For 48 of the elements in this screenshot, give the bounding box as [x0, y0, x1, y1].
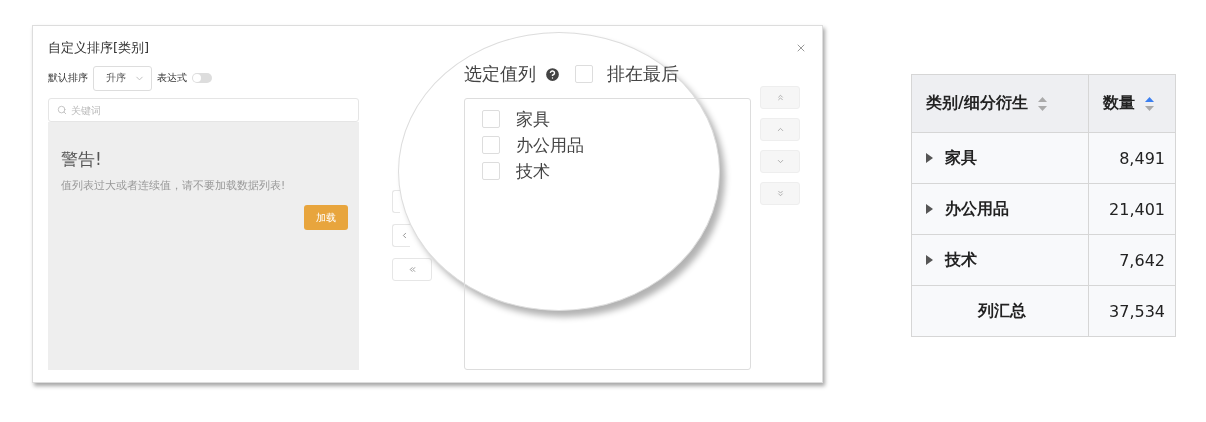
search-icon	[57, 105, 67, 115]
item-checkbox[interactable]	[482, 110, 500, 128]
move-down-button[interactable]	[760, 150, 800, 173]
list-title: 选定值列	[464, 62, 536, 86]
transfer-button[interactable]	[392, 190, 400, 213]
table-cell: 7,642	[1088, 234, 1176, 286]
sort-select[interactable]: 升序	[93, 65, 152, 91]
table-cell: 21,401	[1088, 183, 1176, 235]
close-icon	[795, 42, 807, 54]
table-cell: 8,491	[1088, 132, 1176, 184]
item-checkbox[interactable]	[482, 162, 500, 180]
place-last-checkbox[interactable]	[575, 65, 593, 83]
search-field[interactable]: 关键词	[48, 98, 359, 122]
item-label: 办公用品	[516, 135, 584, 155]
column-header[interactable]: 数量	[1088, 74, 1176, 133]
table-cell: 列汇总	[911, 285, 1089, 337]
table-cell: 技术	[911, 234, 1089, 286]
item-checkbox[interactable]	[482, 136, 500, 154]
expression-label: 表达式	[157, 71, 187, 85]
move-all-left-button[interactable]	[392, 258, 432, 281]
sort-label: 默认排序	[48, 71, 88, 85]
warning-message: 值列表过大或者连续值，请不要加载数据列表!	[61, 179, 287, 193]
table-cell: 37,534	[1088, 285, 1176, 337]
expand-icon[interactable]	[926, 153, 933, 163]
expand-icon[interactable]	[926, 255, 933, 265]
double-chevron-left-icon	[407, 265, 417, 274]
table-cell: 家具	[911, 132, 1089, 184]
item-label: 家具	[516, 109, 550, 129]
double-chevron-down-icon	[775, 189, 785, 198]
move-left-button[interactable]	[392, 224, 410, 247]
warning-title: 警告!	[61, 148, 103, 171]
expand-icon[interactable]	[926, 204, 933, 214]
dialog-title: 自定义排序[类别]	[48, 39, 150, 57]
chevron-left-icon	[400, 231, 409, 240]
item-label: 技术	[516, 161, 550, 181]
chevron-up-icon	[775, 125, 785, 134]
chevron-down-icon	[775, 157, 785, 166]
sort-icon[interactable]	[1145, 96, 1154, 111]
sort-icon[interactable]	[1037, 96, 1047, 111]
move-bottom-button[interactable]	[760, 182, 800, 205]
move-top-button[interactable]	[760, 86, 800, 109]
table-cell: 办公用品	[911, 183, 1089, 235]
place-last-label: 排在最后	[607, 62, 679, 86]
move-up-button[interactable]	[760, 118, 800, 141]
close-button[interactable]	[795, 42, 807, 54]
double-chevron-up-icon	[775, 93, 785, 102]
expression-toggle[interactable]	[192, 73, 212, 83]
column-header[interactable]: 类别/细分衍生	[911, 74, 1089, 133]
